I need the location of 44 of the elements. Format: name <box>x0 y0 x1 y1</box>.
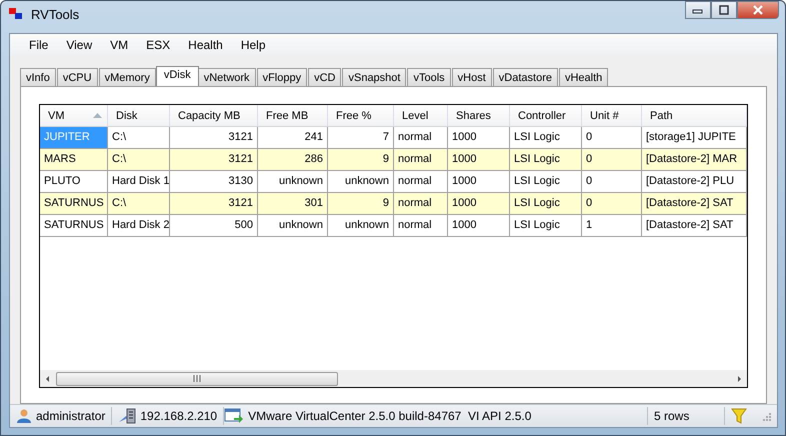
table-cell: 500 <box>170 215 258 237</box>
menu-item[interactable]: Help <box>232 38 275 52</box>
tab[interactable]: vSnapshot <box>342 68 406 86</box>
tab[interactable]: vTools <box>407 68 451 86</box>
column-header[interactable]: Free % <box>328 105 394 126</box>
tab[interactable]: vDisk <box>156 66 199 86</box>
column-header[interactable]: Free MB <box>258 105 328 126</box>
tab[interactable]: vCD <box>308 68 342 86</box>
status-user: administrator <box>36 409 106 423</box>
menu-item[interactable]: Health <box>179 38 232 52</box>
status-server: VMware VirtualCenter 2.5.0 build-84767 VI API 2.5.0 <box>248 409 532 423</box>
column-header[interactable]: VM <box>40 105 108 126</box>
tab[interactable]: vCPU <box>56 68 98 86</box>
table-cell: unknown <box>328 215 394 237</box>
tab[interactable]: vHost <box>452 68 492 86</box>
table-cell: 1 <box>582 215 642 237</box>
table-cell: 1000 <box>448 215 510 237</box>
table-cell: JUPITER <box>40 127 108 149</box>
tab[interactable]: vMemory <box>98 68 156 86</box>
column-header[interactable]: Level <box>394 105 448 126</box>
status-host: 192.168.2.210 <box>140 409 218 423</box>
table-cell: Hard Disk 2 <box>108 215 170 237</box>
menu-item[interactable]: View <box>57 38 102 52</box>
menu-item[interactable]: File <box>20 38 58 52</box>
menu-item[interactable]: VM <box>101 38 138 52</box>
tab[interactable]: vFloppy <box>256 68 308 86</box>
tab[interactable]: vHealth <box>558 68 608 86</box>
column-header[interactable]: Capacity MB <box>170 105 258 126</box>
status-row-count: 5 rows <box>654 409 690 423</box>
column-header[interactable]: Shares <box>448 105 510 126</box>
tab[interactable]: vInfo <box>20 68 56 86</box>
tab[interactable]: vNetwork <box>198 68 256 86</box>
column-header[interactable]: Path <box>642 105 747 126</box>
table-cell: [Datastore-2] SAT <box>642 215 747 237</box>
column-header[interactable]: Unit # <box>582 105 642 126</box>
table-cell: normal <box>394 215 448 237</box>
tab[interactable]: vDatastore <box>492 68 558 86</box>
table-cell: SATURNUS <box>40 215 108 237</box>
column-header[interactable]: Controller <box>510 105 582 126</box>
column-header[interactable]: Disk <box>108 105 170 126</box>
window-title: RVTools <box>31 6 80 22</box>
table-cell: unknown <box>258 215 328 237</box>
menu-item[interactable]: ESX <box>137 38 180 52</box>
table-cell: LSI Logic <box>510 215 582 237</box>
